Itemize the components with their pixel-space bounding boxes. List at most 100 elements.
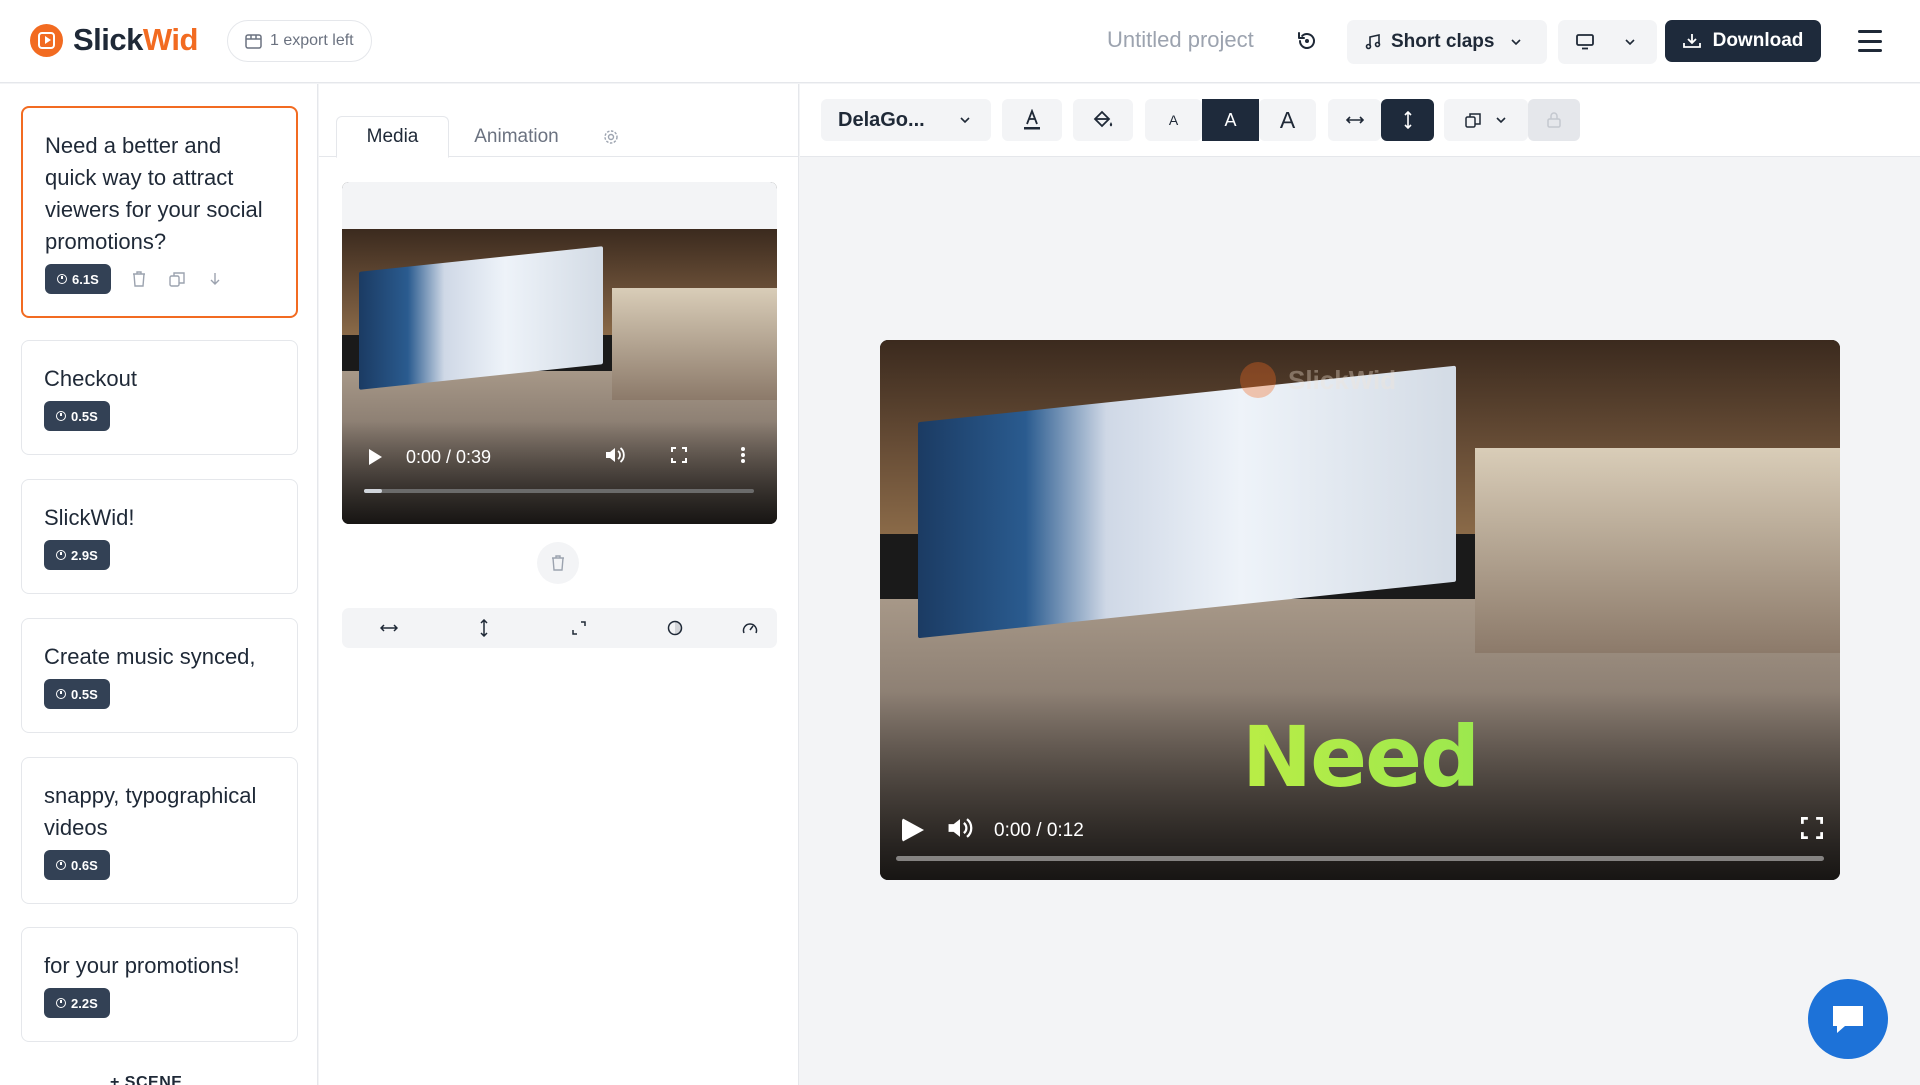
color-filter-icon[interactable] bbox=[663, 616, 687, 640]
duration-badge[interactable]: 6.1S bbox=[45, 264, 111, 294]
more-vertical-icon[interactable] bbox=[740, 446, 746, 469]
add-scene-button[interactable]: + SCENE bbox=[110, 1074, 182, 1085]
fit-height-icon[interactable] bbox=[472, 616, 496, 640]
delete-media-button[interactable] bbox=[537, 542, 579, 584]
duration-value: 0.5S bbox=[71, 686, 98, 702]
top-bar: SlickWid 1 export left Untitled project … bbox=[0, 0, 1920, 83]
duration-badge[interactable]: 0.5S bbox=[44, 401, 110, 431]
fullscreen-icon[interactable] bbox=[1801, 817, 1823, 844]
paint-bucket-icon bbox=[1093, 110, 1113, 128]
music-select[interactable]: Short claps bbox=[1347, 20, 1547, 64]
download-button[interactable]: Download bbox=[1665, 20, 1821, 62]
letter-a-medium-icon: A bbox=[1224, 109, 1237, 130]
fullscreen-icon[interactable] bbox=[671, 446, 687, 468]
chat-icon bbox=[1833, 1006, 1863, 1033]
watermark-logo-icon bbox=[1240, 362, 1276, 398]
preview-video-player[interactable]: SlickWid Need 0:00 / 0:12 bbox=[880, 340, 1840, 880]
canvas-area: DelaGo... A A A SlickWid Need 0:00 / 0:1… bbox=[800, 84, 1920, 1085]
font-name: DelaGo... bbox=[838, 108, 925, 131]
volume-icon[interactable] bbox=[604, 445, 626, 470]
music-note-icon bbox=[1365, 34, 1381, 50]
stretch-vertical-button[interactable] bbox=[1381, 99, 1434, 141]
scene-card[interactable]: Need a better and quick way to attract v… bbox=[21, 106, 298, 318]
tab-media[interactable]: Media bbox=[336, 116, 449, 158]
tab-animation[interactable]: Animation bbox=[449, 116, 584, 158]
duration-badge[interactable]: 2.2S bbox=[44, 988, 110, 1018]
layer-select[interactable] bbox=[1444, 99, 1528, 141]
stretch-horizontal-button[interactable] bbox=[1328, 99, 1381, 141]
duration-badge[interactable]: 0.5S bbox=[44, 679, 110, 709]
letter-a-large-icon: A bbox=[1279, 106, 1296, 133]
lock-icon bbox=[1547, 112, 1561, 128]
scene-card[interactable]: Checkout 0.5S bbox=[21, 340, 298, 455]
logo-icon bbox=[30, 23, 63, 57]
lock-button[interactable] bbox=[1528, 99, 1580, 141]
arrows-vertical-icon bbox=[1403, 111, 1412, 129]
fit-width-icon[interactable] bbox=[377, 616, 401, 640]
thumb-controls: 0:00 / 0:39 bbox=[342, 437, 777, 477]
play-icon[interactable] bbox=[369, 449, 382, 465]
duration-value: 0.6S bbox=[71, 857, 98, 873]
thumb-progress-bar[interactable] bbox=[364, 489, 754, 493]
clock-icon bbox=[56, 998, 66, 1008]
font-size-small-button[interactable]: A bbox=[1145, 99, 1202, 141]
overlay-text[interactable]: Need bbox=[880, 708, 1840, 806]
scene-text[interactable]: Create music synced, bbox=[44, 641, 275, 673]
download-label: Download bbox=[1712, 30, 1804, 51]
font-select[interactable]: DelaGo... bbox=[821, 99, 991, 141]
duplicate-icon[interactable] bbox=[167, 269, 187, 289]
scenes-list: Need a better and quick way to attract v… bbox=[0, 84, 318, 1085]
chevron-down-icon bbox=[1496, 117, 1506, 124]
duration-badge[interactable]: 2.9S bbox=[44, 540, 110, 570]
chat-support-button[interactable] bbox=[1808, 979, 1888, 1059]
arrow-down-icon[interactable] bbox=[205, 269, 225, 289]
font-size-large-button[interactable]: A bbox=[1259, 99, 1316, 141]
scene-card[interactable]: for your promotions! 2.2S bbox=[21, 927, 298, 1042]
duration-value: 2.9S bbox=[71, 547, 98, 563]
scene-card[interactable]: snappy, typographical videos 0.6S bbox=[21, 757, 298, 904]
clock-icon bbox=[56, 550, 66, 560]
monitor-icon bbox=[1576, 34, 1594, 50]
play-icon[interactable] bbox=[902, 818, 924, 842]
expand-icon[interactable] bbox=[567, 616, 591, 640]
logo[interactable]: SlickWid bbox=[30, 22, 198, 58]
text-color-icon bbox=[1024, 109, 1040, 130]
preview-progress-bar[interactable] bbox=[896, 856, 1824, 861]
volume-icon[interactable] bbox=[946, 815, 974, 846]
scene-text[interactable]: Checkout bbox=[44, 363, 275, 395]
watermark-text: SlickWid bbox=[1288, 364, 1397, 395]
logo-text: SlickWid bbox=[73, 22, 198, 57]
history-button[interactable] bbox=[1292, 26, 1322, 56]
duration-value: 6.1S bbox=[72, 271, 99, 287]
thumb-time: 0:00 / 0:39 bbox=[406, 446, 492, 467]
scene-card[interactable]: Create music synced, 0.5S bbox=[21, 618, 298, 733]
preview-time: 0:00 / 0:12 bbox=[994, 820, 1084, 841]
device-select[interactable] bbox=[1558, 20, 1657, 64]
clock-icon bbox=[57, 274, 67, 284]
media-video-player[interactable]: 0:00 / 0:39 bbox=[342, 182, 777, 524]
speed-icon[interactable] bbox=[738, 616, 762, 640]
hamburger-menu-icon[interactable] bbox=[1858, 28, 1882, 54]
clock-icon bbox=[56, 689, 66, 699]
scene-text[interactable]: Need a better and quick way to attract v… bbox=[45, 130, 274, 258]
duration-badge[interactable]: 0.6S bbox=[44, 850, 110, 880]
project-title-input[interactable]: Untitled project bbox=[1107, 27, 1254, 53]
chevron-down-icon bbox=[1625, 39, 1635, 46]
download-icon bbox=[1682, 34, 1701, 48]
font-size-medium-button[interactable]: A bbox=[1202, 99, 1259, 141]
tab-settings[interactable] bbox=[581, 116, 641, 158]
history-icon bbox=[1298, 32, 1315, 49]
text-color-button[interactable] bbox=[1002, 99, 1062, 141]
scene-text[interactable]: SlickWid! bbox=[44, 502, 275, 534]
preview-controls: 0:00 / 0:12 bbox=[880, 812, 1840, 848]
duration-value: 2.2S bbox=[71, 995, 98, 1011]
letter-a-small-icon: A bbox=[1168, 112, 1179, 128]
fill-color-button[interactable] bbox=[1073, 99, 1133, 141]
trash-icon[interactable] bbox=[129, 269, 149, 289]
scene-card[interactable]: SlickWid! 2.9S bbox=[21, 479, 298, 594]
export-count-pill[interactable]: 1 export left bbox=[227, 20, 372, 62]
duration-value: 0.5S bbox=[71, 408, 98, 424]
scene-text[interactable]: snappy, typographical videos bbox=[44, 780, 275, 844]
gear-icon bbox=[604, 130, 618, 144]
scene-text[interactable]: for your promotions! bbox=[44, 950, 275, 982]
